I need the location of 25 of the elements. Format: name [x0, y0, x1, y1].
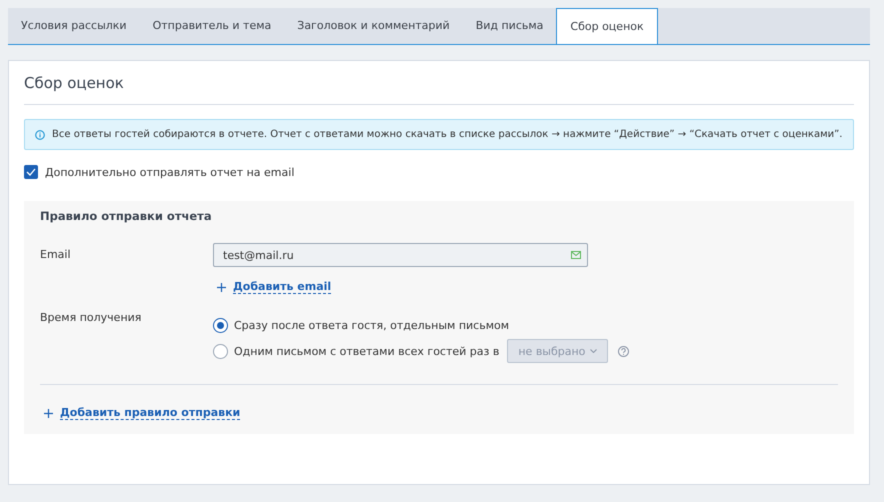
tab[interactable]: Условия рассылки — [8, 8, 140, 44]
tab[interactable]: Сбор оценок — [556, 8, 658, 44]
checkbox-label: Дополнительно отправлять отчет на email — [45, 166, 294, 178]
envelope-icon — [571, 251, 581, 259]
section-heading: Сбор оценок — [24, 74, 125, 92]
email-field[interactable]: test@mail.ru — [213, 243, 588, 267]
info-text: Все ответы гостей собираются в отчете. Отчет с ответами можно скачать в списке рассылок → нажмите “Действие” → “Скачать отчет с оценками”. — [52, 129, 842, 140]
panel-title: Правило отправки отчета — [40, 209, 213, 223]
radio-label: Сразу после ответа гостя, отдельным письмом — [234, 318, 510, 332]
add-email-link[interactable]: Добавить email — [233, 280, 332, 294]
tab[interactable]: Вид письма — [462, 8, 556, 44]
radio-button[interactable] — [213, 344, 228, 358]
chevron-down-icon — [590, 349, 598, 353]
radio-button[interactable] — [213, 318, 228, 332]
field-label: Время получения — [40, 310, 142, 326]
info-icon — [35, 130, 45, 140]
radio-label: Одним письмом с ответами всех гостей раз в — [234, 344, 500, 358]
plus-icon — [217, 282, 226, 292]
field-label: Email — [40, 247, 72, 263]
tab[interactable]: Заголовок и комментарий — [284, 8, 463, 44]
add-rule-link[interactable]: Добавить правило отправки — [60, 406, 240, 420]
tab[interactable]: Отправитель и тема — [140, 8, 284, 44]
help-icon — [618, 346, 630, 356]
checkbox[interactable] — [24, 165, 38, 179]
plus-icon — [44, 408, 53, 418]
